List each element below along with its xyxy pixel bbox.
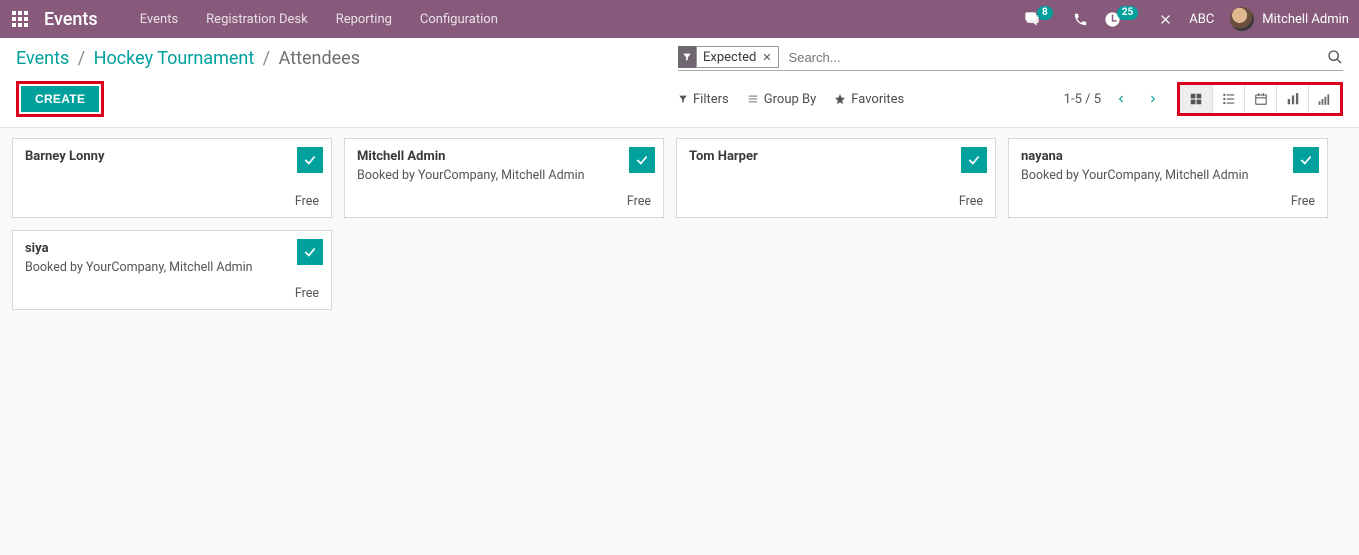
card-name: Tom Harper xyxy=(689,149,983,164)
main-menu: Events Registration Desk Reporting Confi… xyxy=(126,2,512,37)
chip-remove-icon[interactable]: ✕ xyxy=(762,51,771,64)
view-graph[interactable] xyxy=(1276,85,1308,113)
chip-label: Expected xyxy=(703,50,756,65)
breadcrumb-current: Attendees xyxy=(279,48,360,69)
company-switcher[interactable]: ABC xyxy=(1189,12,1214,27)
groupby-label: Group By xyxy=(764,92,817,107)
card-sub: Booked by YourCompany, Mitchell Admin xyxy=(357,168,651,183)
filters-dropdown[interactable]: Filters xyxy=(678,92,729,107)
card-price: Free xyxy=(627,194,651,209)
confirm-check-button[interactable] xyxy=(297,239,323,265)
avatar xyxy=(1230,7,1254,31)
kanban-card[interactable]: Mitchell Admin Booked by YourCompany, Mi… xyxy=(344,138,664,218)
card-price: Free xyxy=(959,194,983,209)
topnav: Events Events Registration Desk Reportin… xyxy=(0,0,1359,38)
pager: 1-5 / 5 xyxy=(1064,88,1163,110)
search-chip-expected[interactable]: Expected ✕ xyxy=(696,46,779,68)
kanban-card[interactable]: Tom Harper Free xyxy=(676,138,996,218)
breadcrumb-parent[interactable]: Hockey Tournament xyxy=(94,48,255,69)
create-highlight: CREATE xyxy=(16,81,104,117)
control-panel: Events / Hockey Tournament / Attendees E… xyxy=(0,38,1359,128)
view-list[interactable] xyxy=(1212,85,1244,113)
confirm-check-button[interactable] xyxy=(297,147,323,173)
search-icon[interactable] xyxy=(1327,49,1343,65)
view-pivot[interactable] xyxy=(1308,85,1340,113)
card-name: Mitchell Admin xyxy=(357,149,651,164)
debug-icon[interactable] xyxy=(1158,12,1173,27)
card-name: Barney Lonny xyxy=(25,149,319,164)
favorites-dropdown[interactable]: Favorites xyxy=(834,92,904,107)
card-price: Free xyxy=(295,286,319,301)
confirm-check-button[interactable] xyxy=(629,147,655,173)
phone-icon[interactable] xyxy=(1073,12,1088,27)
card-price: Free xyxy=(1291,194,1315,209)
card-sub: Booked by YourCompany, Mitchell Admin xyxy=(25,260,319,275)
menu-reporting[interactable]: Reporting xyxy=(322,2,406,37)
app-brand: Events xyxy=(44,9,98,30)
card-name: siya xyxy=(25,241,319,256)
view-switcher-highlight xyxy=(1177,82,1343,116)
view-kanban[interactable] xyxy=(1180,85,1212,113)
pager-prev[interactable] xyxy=(1111,88,1132,110)
pager-next[interactable] xyxy=(1142,88,1163,110)
messaging-icon[interactable]: 8 xyxy=(1023,11,1057,27)
card-price: Free xyxy=(295,194,319,209)
user-name: Mitchell Admin xyxy=(1262,12,1349,27)
confirm-check-button[interactable] xyxy=(1293,147,1319,173)
apps-icon[interactable] xyxy=(10,9,30,29)
messaging-badge: 8 xyxy=(1037,6,1053,20)
confirm-check-button[interactable] xyxy=(961,147,987,173)
kanban-card[interactable]: siya Booked by YourCompany, Mitchell Adm… xyxy=(12,230,332,310)
menu-registration-desk[interactable]: Registration Desk xyxy=(192,2,322,37)
menu-configuration[interactable]: Configuration xyxy=(406,2,512,37)
filters-label: Filters xyxy=(693,92,729,107)
create-button[interactable]: CREATE xyxy=(21,86,99,112)
activity-badge: 25 xyxy=(1117,6,1138,20)
kanban-view: Barney Lonny Free Mitchell Admin Booked … xyxy=(0,128,1359,320)
funnel-icon xyxy=(678,46,696,68)
breadcrumb: Events / Hockey Tournament / Attendees xyxy=(16,48,360,69)
pager-value[interactable]: 1-5 / 5 xyxy=(1064,92,1101,107)
activity-icon[interactable]: 25 xyxy=(1104,11,1142,28)
menu-events[interactable]: Events xyxy=(126,2,192,37)
card-sub: Booked by YourCompany, Mitchell Admin xyxy=(1021,168,1315,183)
card-name: nayana xyxy=(1021,149,1315,164)
search-input[interactable] xyxy=(785,48,1327,67)
groupby-dropdown[interactable]: Group By xyxy=(747,92,817,107)
kanban-card[interactable]: nayana Booked by YourCompany, Mitchell A… xyxy=(1008,138,1328,218)
breadcrumb-root[interactable]: Events xyxy=(16,48,69,69)
user-menu[interactable]: Mitchell Admin xyxy=(1230,7,1349,31)
systray: 8 25 ABC Mitchell Admin xyxy=(1023,7,1349,31)
kanban-card[interactable]: Barney Lonny Free xyxy=(12,138,332,218)
view-calendar[interactable] xyxy=(1244,85,1276,113)
search-bar[interactable]: Expected ✕ xyxy=(678,46,1343,71)
favorites-label: Favorites xyxy=(851,92,904,107)
